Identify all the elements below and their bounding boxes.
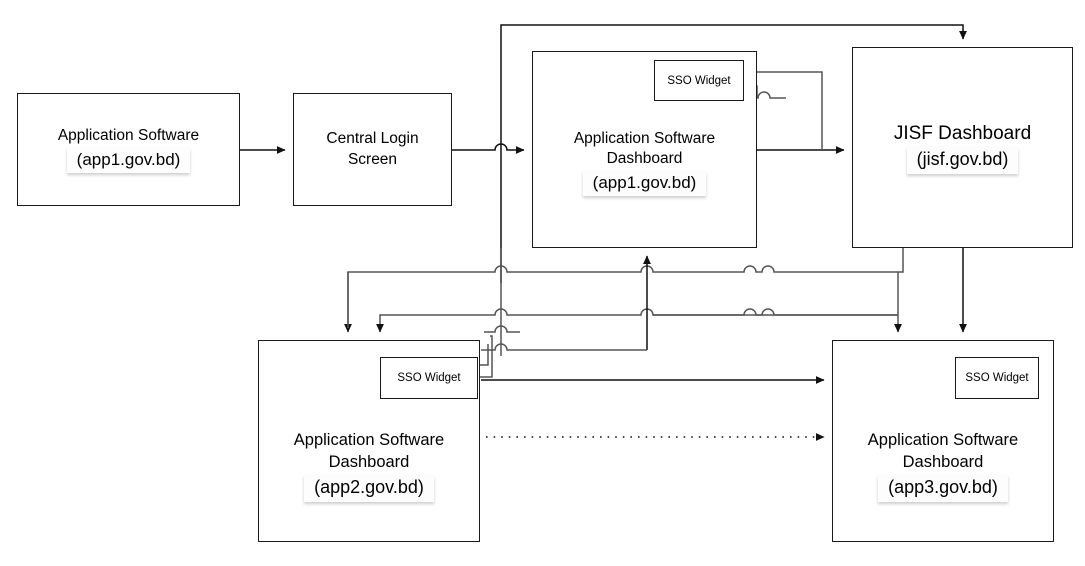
node-label: Application Software [867,431,1019,450]
node-label-second: Dashboard [606,150,683,168]
diagram-canvas: Application Software (app1.gov.bd) Centr… [0,0,1085,566]
sso-widget-app1[interactable]: SSO Widget [654,60,744,101]
rail-jump-501-332 [484,325,520,333]
sso-widget-app2[interactable]: SSO Widget [380,357,478,399]
edge-dash2-sso-riser-a [478,335,493,378]
node-label-second: Screen [347,150,398,168]
node-identifier: (app2.gov.bd) [304,474,434,502]
node-application-software-app1[interactable]: Application Software (app1.gov.bd) [17,93,240,206]
node-central-login-screen[interactable]: Central Login Screen [293,93,452,206]
edge-login-to-dash1 [452,143,525,154]
edge-dash3-to-dash1 [653,308,898,316]
edge-dash2-sso-rail [481,343,647,351]
node-label-second: Dashboard [328,453,410,472]
node-label: Application Software [573,129,716,147]
node-identifier: (app1.gov.bd) [582,170,707,197]
node-label: Central Login [326,130,419,148]
edge-jisf-to-dash2 [344,248,904,333]
sso-widget-label: SSO Widget [965,372,1029,384]
node-identifier: (jisf.gov.bd) [906,147,1019,174]
sso-widget-label: SSO Widget [397,372,461,384]
node-jisf-dashboard[interactable]: JISF Dashboard (jisf.gov.bd) [852,47,1073,248]
sso-widget-app3[interactable]: SSO Widget [955,357,1039,399]
node-identifier: (app3.gov.bd) [878,474,1008,502]
node-identifier: (app1.gov.bd) [66,147,191,173]
node-label: JISF Dashboard [893,123,1032,145]
node-label-second: Dashboard [902,453,984,472]
edge-dash3-to-dash1-b [376,308,898,333]
node-label: Application Software [57,127,200,145]
sso-widget-label: SSO Widget [667,74,731,87]
node-label: Application Software [293,431,445,450]
